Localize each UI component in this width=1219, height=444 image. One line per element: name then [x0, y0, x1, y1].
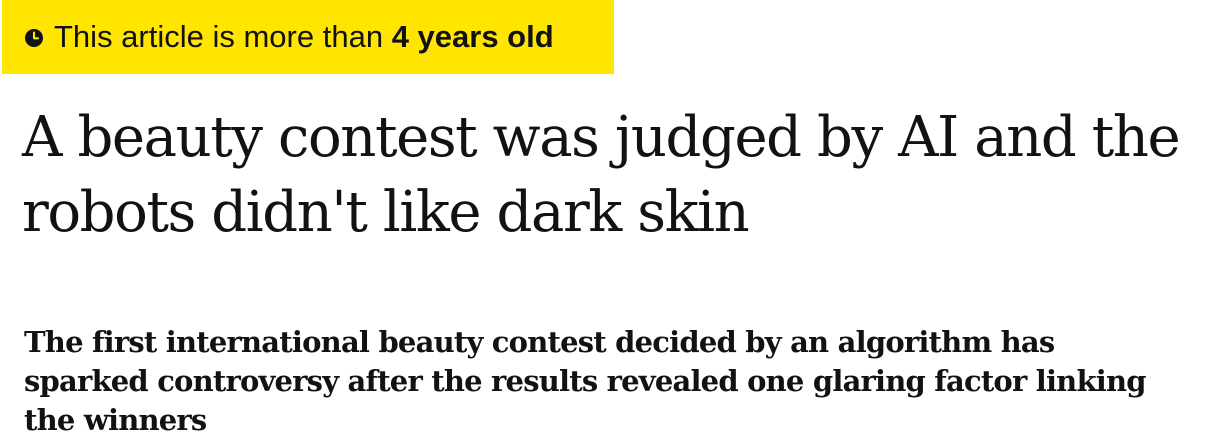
- age-warning-prefix: This article is more than: [54, 19, 384, 54]
- article-standfirst: The first international beauty contest d…: [24, 325, 1147, 437]
- age-warning-age: 4 years old: [391, 19, 554, 54]
- clock-icon: [25, 29, 43, 47]
- age-warning-text: This article is more than 4 years old: [54, 19, 554, 55]
- article-page: This article is more than 4 years old A …: [0, 0, 1219, 444]
- article-age-warning: This article is more than 4 years old: [2, 0, 614, 74]
- article-headline: A beauty contest was judged by AI and th…: [22, 105, 1181, 245]
